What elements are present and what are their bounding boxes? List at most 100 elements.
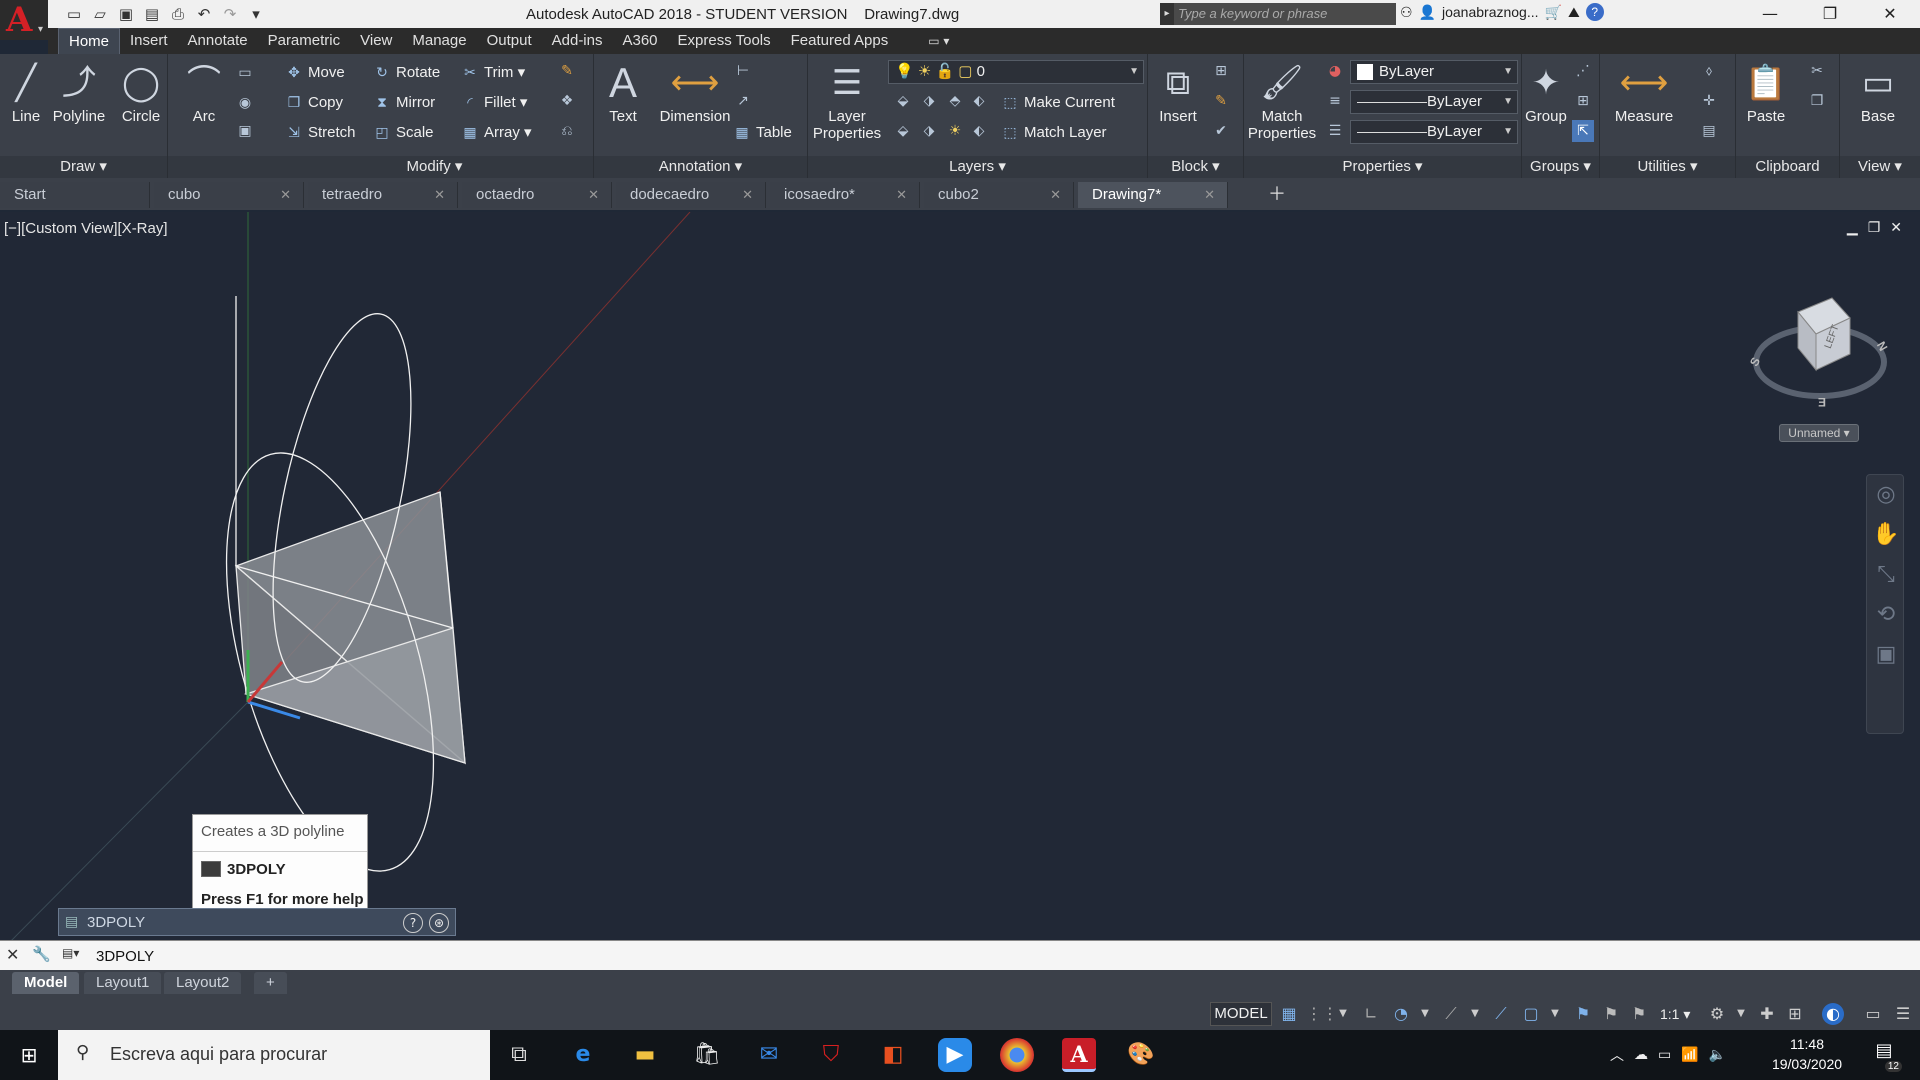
layer-off-icon[interactable]: ⬙ (892, 90, 914, 112)
close-tab-icon[interactable]: ✕ (896, 182, 907, 208)
groups-panel-title[interactable]: Groups ▾ (1522, 156, 1599, 178)
doc-tab-drawing7-[interactable]: Drawing7* ✕ (1078, 182, 1228, 208)
units-icon[interactable]: ⊞ (1784, 1002, 1806, 1026)
move-button[interactable]: ✥ Move (284, 60, 345, 84)
customize-wrench-icon[interactable]: 🔧 (32, 945, 51, 963)
ribbon-tab-manage[interactable]: Manage (402, 28, 476, 54)
help-circle-icon[interactable]: ? (403, 913, 423, 933)
layer-properties-button[interactable]: ☰ Layer Properties (808, 58, 886, 142)
paint-icon[interactable]: 🎨 (1124, 1038, 1158, 1072)
workspace-dropdown-icon[interactable]: ▼ (1730, 1002, 1752, 1026)
ortho-icon[interactable]: ∟ (1360, 1002, 1382, 1026)
arc-button[interactable]: ⌒ Arc (176, 58, 232, 125)
print-icon[interactable]: ⎙ (168, 4, 188, 24)
zoom-icon[interactable]: ▶ (938, 1038, 972, 1072)
measure-button[interactable]: ⟷ Measure (1604, 58, 1684, 125)
ribbon-minimize-icon[interactable]: ▭ ▾ (928, 34, 949, 54)
ungroup-icon[interactable]: ⋰ (1572, 60, 1594, 82)
polar-icon[interactable]: ◔ (1390, 1002, 1412, 1026)
autocad-taskbar-icon[interactable]: A (1062, 1038, 1096, 1072)
edit-attributes-icon[interactable]: ✔ (1210, 120, 1232, 142)
hatch-icon[interactable]: ◉ (234, 92, 256, 114)
copy-clip-icon[interactable]: ❐ (1806, 90, 1828, 112)
close-icon[interactable]: ✕ (1860, 0, 1920, 28)
object-snap-dropdown-icon[interactable]: ▼ (1544, 1002, 1566, 1026)
ucs-menu[interactable]: Unnamed ▾ (1779, 424, 1859, 442)
user-icon[interactable]: 👤 (1419, 4, 1436, 21)
ribbon-tab-insert[interactable]: Insert (120, 28, 178, 54)
layer-unlock-icon[interactable]: ⬖ (968, 120, 990, 142)
customization-menu-icon[interactable]: ☰ (1892, 1002, 1914, 1026)
annotation-scale-icon[interactable]: ⚑ (1628, 1002, 1650, 1026)
polar-dropdown-icon[interactable]: ▼ (1414, 1002, 1436, 1026)
binoculars-icon[interactable]: ⚇ (1400, 4, 1413, 21)
ribbon-tab-view[interactable]: View (350, 28, 402, 54)
doc-tab-octaedro[interactable]: octaedro ✕ (462, 182, 612, 208)
erase-icon[interactable]: ✎ (556, 60, 578, 82)
viewport-close-icon[interactable]: ✕ (1890, 220, 1902, 236)
add-layout-plus-icon[interactable]: + (254, 972, 287, 994)
viewport-controls-label[interactable]: [−][Custom View][X-Ray] (4, 220, 168, 237)
layer-lock-icon[interactable]: ⬖ (968, 90, 990, 112)
compass-north[interactable]: N (1874, 339, 1890, 354)
paste-button[interactable]: 📋 Paste (1736, 58, 1796, 125)
store-icon[interactable]: 🛍 (690, 1038, 724, 1072)
doc-tab-cubo[interactable]: cubo ✕ (154, 182, 304, 208)
close-tab-icon[interactable]: ✕ (1050, 182, 1061, 208)
viewport-restore-icon[interactable]: ❐ (1868, 220, 1881, 236)
line-button[interactable]: ╱ Line (0, 58, 52, 125)
app-menu-button[interactable]: A ▾ (0, 0, 48, 40)
web-help-icon[interactable]: ⊛ (429, 913, 449, 933)
doc-tab-icosaedro-[interactable]: icosaedro* ✕ (770, 182, 920, 208)
snap-dropdown-icon[interactable]: ▼ (1332, 1002, 1354, 1026)
minimize-icon[interactable]: — (1740, 0, 1800, 28)
layout-tab-model[interactable]: Model (12, 972, 80, 994)
new-tab-plus-icon[interactable]: ＋ (1264, 184, 1290, 206)
windows-start-icon[interactable]: ⊞ (0, 1030, 58, 1080)
modify-panel-title[interactable]: Modify ▾ (276, 156, 593, 178)
mail-icon[interactable]: ✉ (752, 1038, 786, 1072)
dimension-button[interactable]: ⟷ Dimension (652, 58, 738, 125)
cut-icon[interactable]: ✂ (1806, 60, 1828, 82)
zoom-extents-icon[interactable]: ⤡ (1867, 555, 1905, 595)
text-button[interactable]: A Text (594, 58, 652, 125)
layer-on-icon[interactable]: ⬗ (918, 120, 940, 142)
group-select-icon[interactable]: ⇱ (1572, 120, 1594, 142)
ribbon-tab-parametric[interactable]: Parametric (258, 28, 351, 54)
layer-isolate-icon[interactable]: ⬗ (918, 90, 940, 112)
copy-button[interactable]: ❐ Copy (284, 90, 343, 114)
close-tab-icon[interactable]: ✕ (280, 182, 291, 208)
edge-icon[interactable]: e (566, 1038, 600, 1072)
ribbon-tab-featured-apps[interactable]: Featured Apps (781, 28, 899, 54)
model-space-button[interactable]: MODEL (1210, 1002, 1272, 1026)
viewport-minimize-icon[interactable]: ▁ (1847, 220, 1858, 236)
help-icon[interactable]: ? (1585, 3, 1604, 21)
close-command-line-icon[interactable]: ✕ (6, 945, 19, 964)
layer-thaw-icon[interactable]: ☀ (944, 120, 966, 142)
insert-button[interactable]: ⧉ Insert (1148, 58, 1208, 125)
quick-select-icon[interactable]: ⬨ (1698, 60, 1720, 82)
group-edit-icon[interactable]: ⊞ (1572, 90, 1594, 112)
search-expand-icon[interactable]: ▸ (1160, 3, 1174, 25)
close-tab-icon[interactable]: ✕ (588, 182, 599, 208)
layer-dropdown[interactable]: 💡 ☀ 🔓 ▢ 0 ▼ (888, 60, 1144, 84)
save-icon[interactable]: ▣ (116, 4, 136, 24)
recent-commands-icon[interactable]: ▤▾ (62, 946, 79, 960)
show-hidden-icons[interactable]: ︿ (1610, 1045, 1624, 1065)
view-panel-title[interactable]: View ▾ (1840, 156, 1920, 178)
rectangle-icon[interactable]: ▭ (234, 62, 256, 84)
properties-panel-title[interactable]: Properties ▾ (1244, 156, 1521, 178)
search-input[interactable]: Type a keyword or phrase (1174, 3, 1396, 25)
edit-block-icon[interactable]: ✎ (1210, 90, 1232, 112)
save-as-icon[interactable]: ▤ (142, 4, 162, 24)
make-current-button[interactable]: ⬚ Make Current (1000, 90, 1115, 114)
doc-tab-start[interactable]: Start (0, 182, 150, 208)
utilities-panel-title[interactable]: Utilities ▾ (1600, 156, 1735, 178)
id-point-icon[interactable]: ✛ (1698, 90, 1720, 112)
qat-dropdown-icon[interactable]: ▾ (246, 4, 266, 24)
close-tab-icon[interactable]: ✕ (434, 182, 445, 208)
undo-icon[interactable]: ↶ (194, 4, 214, 24)
command-input[interactable] (96, 944, 1896, 968)
table-button[interactable]: ▦ Table (732, 120, 791, 144)
doc-tab-tetraedro[interactable]: tetraedro ✕ (308, 182, 458, 208)
